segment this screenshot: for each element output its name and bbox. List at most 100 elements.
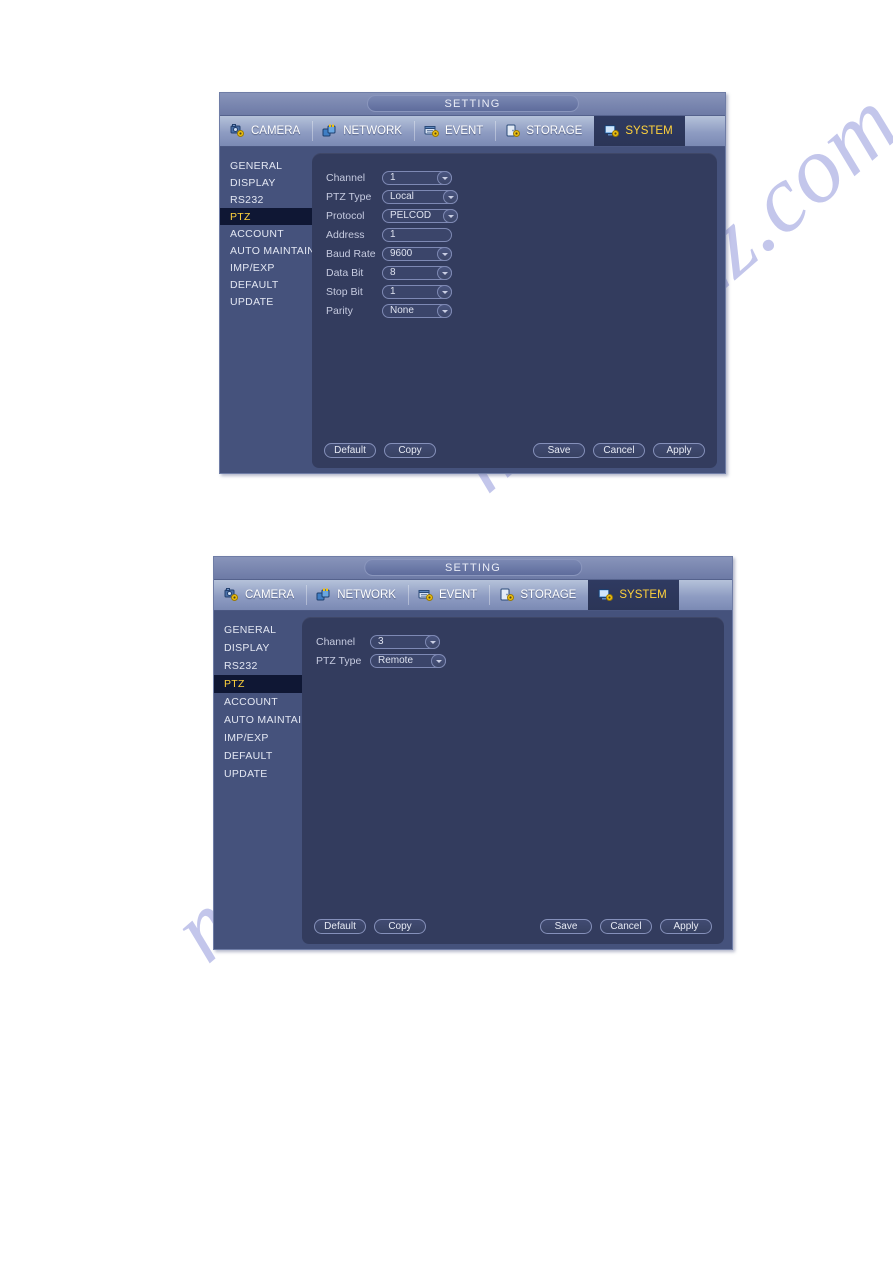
field-value: 1 [390,172,396,183]
tab-system[interactable]: SYSTEM [594,116,685,146]
sidebar-item-label: DISPLAY [224,642,270,654]
tab-label: EVENT [444,125,484,137]
apply-button[interactable]: Apply [660,918,712,934]
sidebar-item-label: GENERAL [224,624,277,636]
window-titlebar: SETTING [214,557,732,580]
baud-rate-select[interactable]: 9600 [382,247,452,261]
channel-select[interactable]: 1 [382,171,452,185]
sidebar-item-general[interactable]: GENERAL [214,621,302,639]
apply-button[interactable]: Apply [653,442,705,458]
chevron-down-icon[interactable] [437,266,452,280]
setting-window-top: SETTING CAMERA NETWORK EVENT STORAGE SYSTEM GE… [219,92,726,474]
sidebar-item-general[interactable]: GENERAL [220,157,312,174]
tab-camera[interactable]: CAMERA [214,580,306,610]
sidebar-item-label: ACCOUNT [230,227,285,240]
tab-event[interactable]: EVENT [407,580,489,610]
field-label: Protocol [326,210,365,222]
chevron-down-icon[interactable] [431,654,446,668]
address-input[interactable]: 1 [382,228,452,242]
sidebar-item-rs232[interactable]: RS232 [220,191,312,208]
ptz-type-select[interactable]: Local [382,190,458,204]
action-button-bar: Default Copy Save Cancel Apply [302,918,724,934]
chevron-down-icon[interactable] [437,171,452,185]
ptz-type-select[interactable]: Remote [370,654,446,668]
cancel-button[interactable]: Cancel [593,442,645,458]
form-row: Channel 3 [316,633,724,651]
protocol-select[interactable]: PELCOD [382,209,458,223]
main-tab-bar: CAMERA NETWORK EVENT STORAGE SYSTEM [214,580,732,611]
sidebar-item-account[interactable]: ACCOUNT [220,225,312,242]
chevron-down-icon[interactable] [437,304,452,318]
field-value: PELCOD [390,210,432,221]
ptz-form: Channel 1 PTZ Type Local Protocol PELCOD Addre… [312,153,717,320]
form-row: Baud Rate 9600 [326,245,717,263]
chevron-down-icon[interactable] [425,635,440,649]
parity-select[interactable]: None [382,304,452,318]
tab-label: CAMERA [245,589,295,601]
field-label: PTZ Type [316,655,362,667]
main-tab-bar: CAMERA NETWORK EVENT STORAGE SYSTEM [220,116,725,147]
sidebar-item-update[interactable]: UPDATE [214,765,302,783]
tab-label: STORAGE [520,589,577,601]
settings-sidebar: GENERAL DISPLAY RS232 PTZ ACCOUNT AUTO MAINTA… [220,147,316,475]
tab-label: EVENT [438,589,478,601]
field-value: 9600 [390,248,413,259]
sidebar-item-label: UPDATE [230,295,274,308]
field-label: PTZ Type [326,191,372,203]
sidebar-item-auto-maintain[interactable]: AUTO MAINTAIN [220,242,316,259]
sidebar-item-label: PTZ [224,678,245,690]
sidebar-item-ptz[interactable]: PTZ [214,675,302,693]
sidebar-item-update[interactable]: UPDATE [220,293,312,310]
save-button[interactable]: Save [540,918,592,934]
window-title: SETTING [364,559,582,576]
tab-event[interactable]: EVENT [413,116,495,146]
cancel-button[interactable]: Cancel [600,918,652,934]
chevron-down-icon[interactable] [437,285,452,299]
chevron-down-icon[interactable] [437,247,452,261]
tab-camera[interactable]: CAMERA [220,116,312,146]
sidebar-item-rs232[interactable]: RS232 [214,657,302,675]
tab-storage[interactable]: STORAGE [495,116,594,146]
channel-select[interactable]: 3 [370,635,440,649]
field-value: 1 [390,229,396,240]
sidebar-item-imp-exp[interactable]: IMP/EXP [220,259,312,276]
field-label: Data Bit [326,267,364,279]
sidebar-item-auto-maintain[interactable]: AUTO MAINTAIN [214,711,309,729]
sidebar-item-label: DEFAULT [224,750,273,762]
window-body: GENERAL DISPLAY RS232 PTZ ACCOUNT AUTO MAINTA… [220,147,725,475]
tab-label: SYSTEM [619,589,667,601]
sidebar-item-label: DEFAULT [230,278,279,291]
data-bit-select[interactable]: 8 [382,266,452,280]
tab-network[interactable]: NETWORK [312,116,414,146]
form-row: PTZ Type Local [326,188,717,206]
tab-system[interactable]: SYSTEM [588,580,679,610]
default-button[interactable]: Default [314,918,366,934]
sidebar-item-label: RS232 [224,660,258,672]
default-button[interactable]: Default [324,442,376,458]
tab-network[interactable]: NETWORK [306,580,408,610]
tab-label: SYSTEM [625,125,673,137]
tab-label: NETWORK [337,589,396,601]
sidebar-item-default[interactable]: DEFAULT [214,747,302,765]
camera-gear-icon [230,124,246,138]
sidebar-item-default[interactable]: DEFAULT [220,276,312,293]
field-label: Address [326,229,365,241]
sidebar-item-imp-exp[interactable]: IMP/EXP [214,729,302,747]
sidebar-item-label: AUTO MAINTAIN [224,714,310,726]
save-button[interactable]: Save [533,442,585,458]
sidebar-item-display[interactable]: DISPLAY [214,639,302,657]
tab-storage[interactable]: STORAGE [489,580,588,610]
copy-button[interactable]: Copy [384,442,436,458]
sidebar-item-ptz[interactable]: PTZ [220,208,312,225]
form-row: Stop Bit 1 [326,283,717,301]
form-row: Channel 1 [326,169,717,187]
stop-bit-select[interactable]: 1 [382,285,452,299]
sidebar-item-label: AUTO MAINTAIN [230,244,316,257]
chevron-down-icon[interactable] [443,209,458,223]
chevron-down-icon[interactable] [443,190,458,204]
sidebar-item-account[interactable]: ACCOUNT [214,693,302,711]
copy-button[interactable]: Copy [374,918,426,934]
sidebar-item-display[interactable]: DISPLAY [220,174,312,191]
form-row: Address 1 [326,226,717,244]
tab-label: STORAGE [526,125,583,137]
